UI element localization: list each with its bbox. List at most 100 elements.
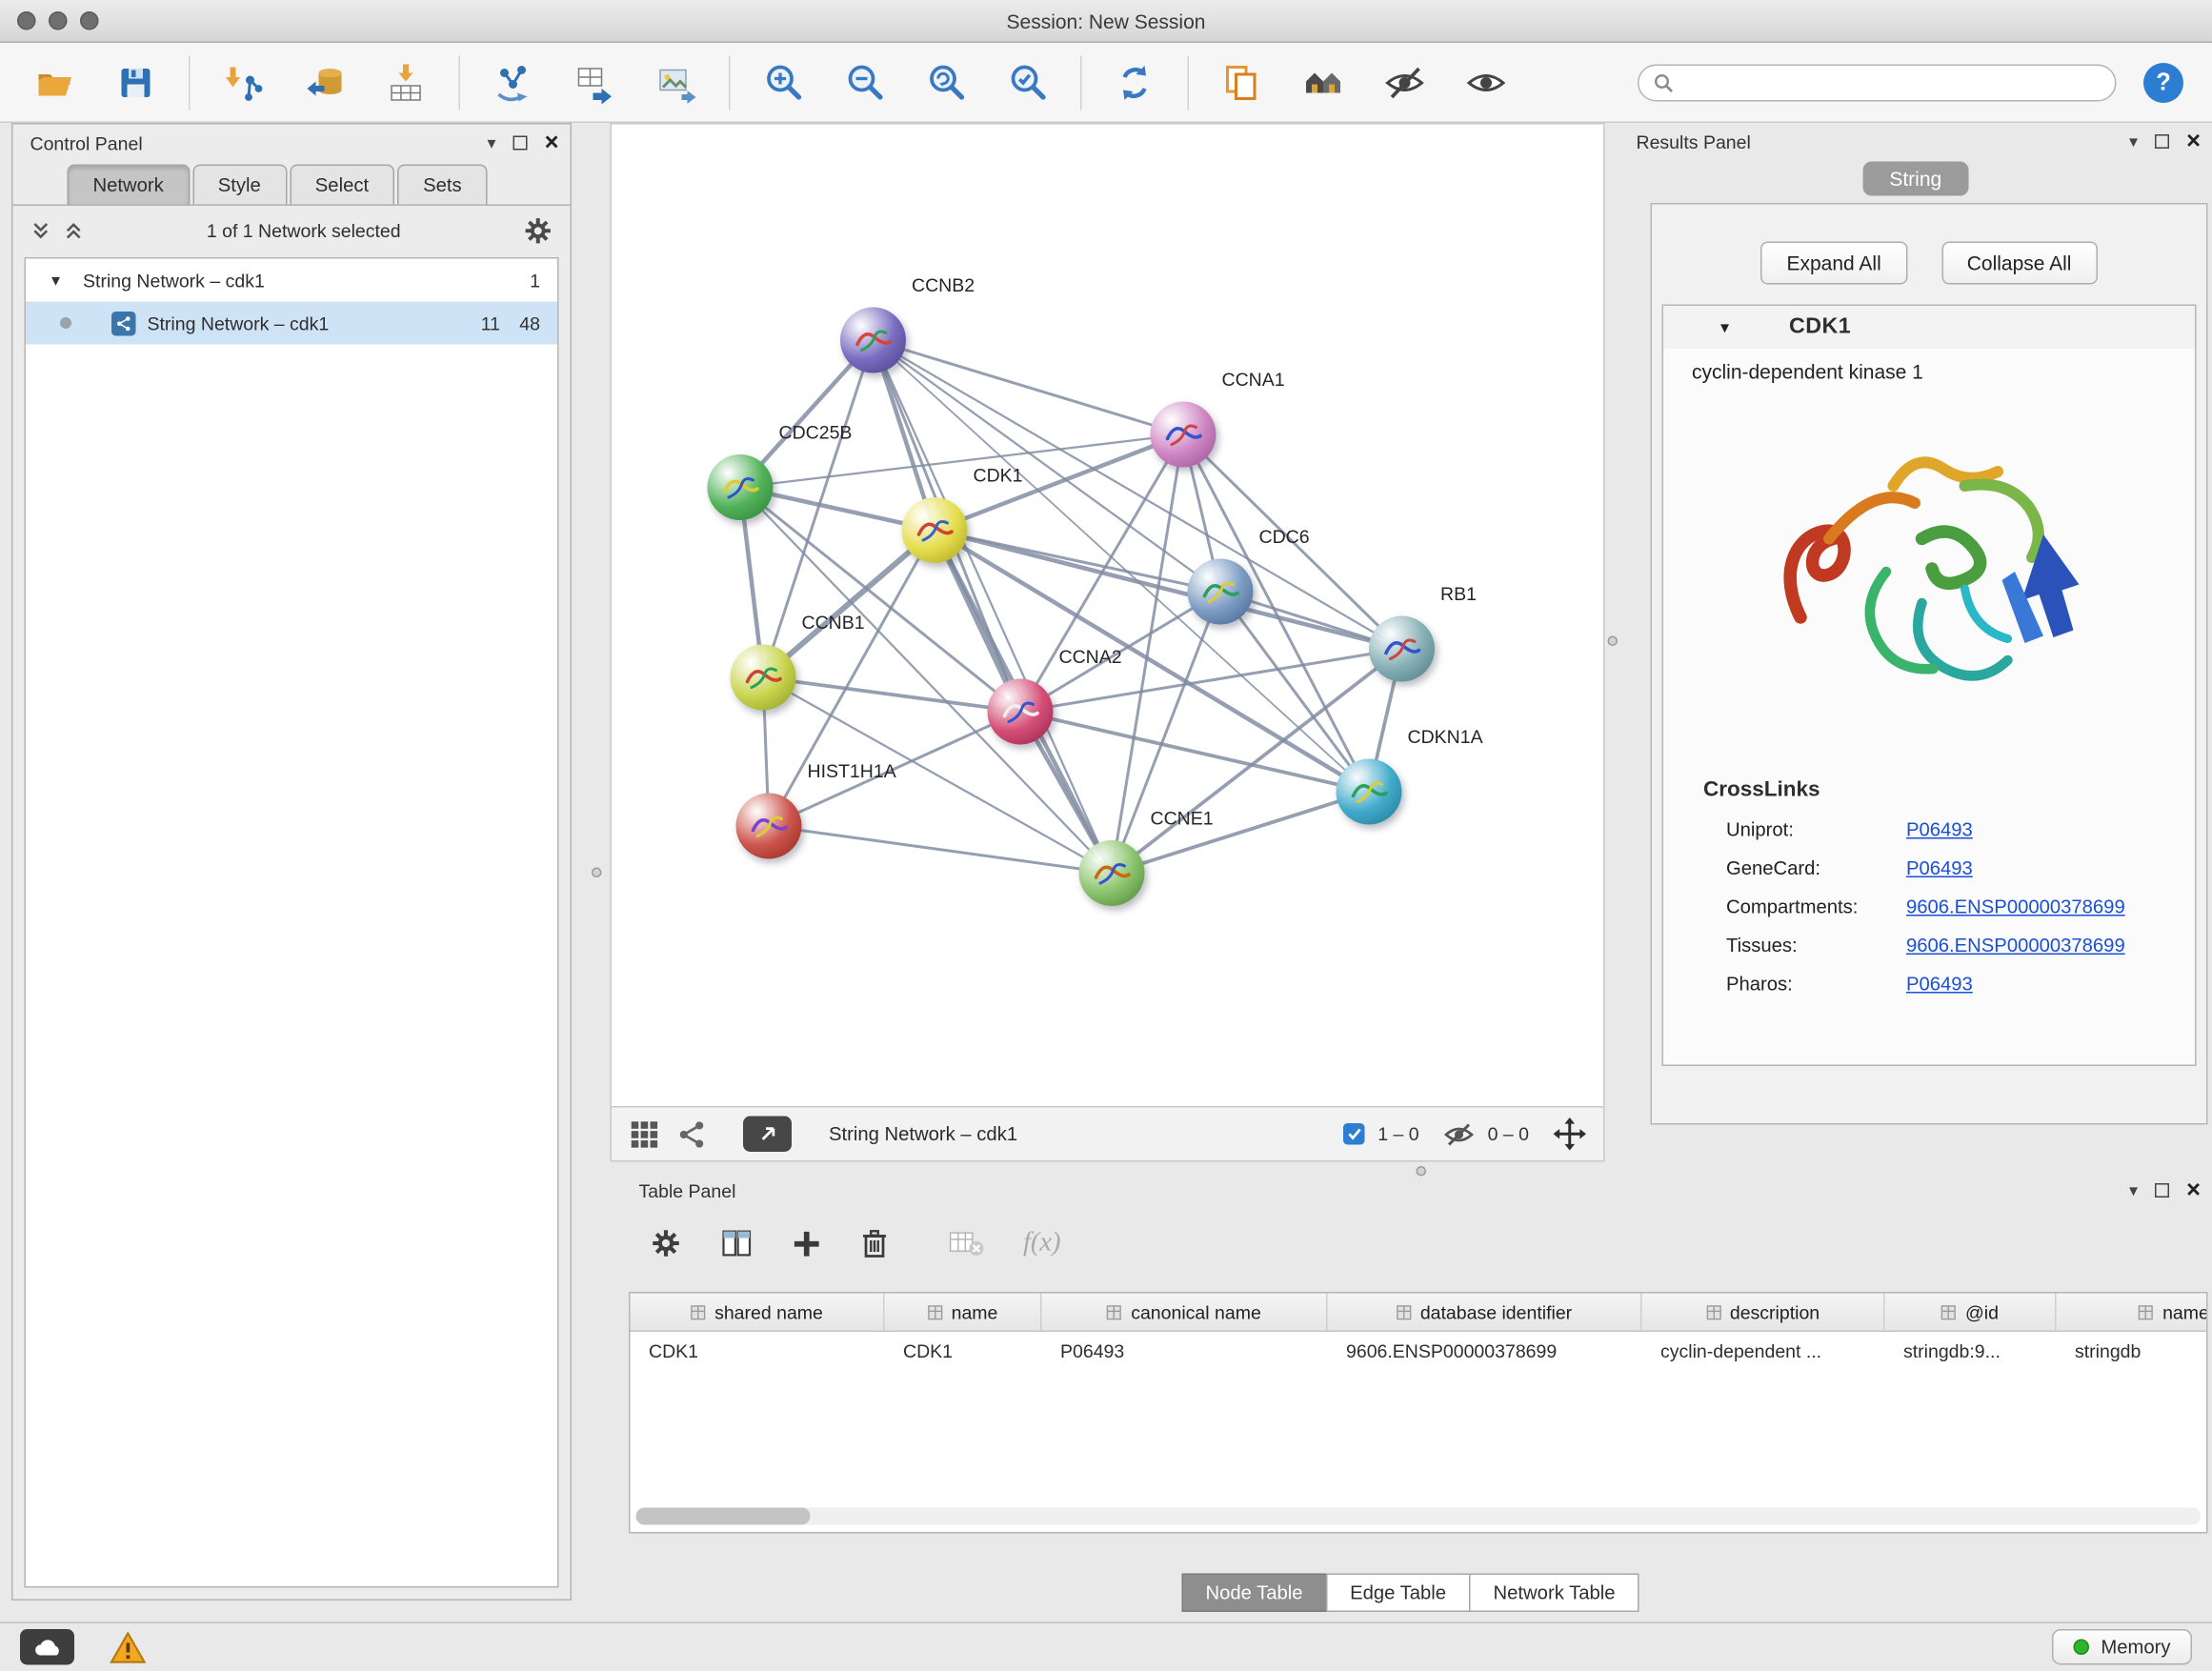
crosslink-link[interactable]: P06493 <box>1906 974 1973 996</box>
network-edge-cdkn1a-ccne1[interactable] <box>1112 792 1369 874</box>
new-network-button[interactable] <box>476 50 551 113</box>
import-table-button[interactable] <box>369 50 443 113</box>
horizontal-scrollbar[interactable] <box>636 1508 2202 1525</box>
network-collection-row[interactable]: ▾ String Network – cdk1 1 <box>26 259 557 302</box>
network-edge-ccnb2-ccne1[interactable] <box>874 340 1113 874</box>
scrollbar-thumb[interactable] <box>636 1508 811 1525</box>
close-panel-icon[interactable]: × <box>2186 134 2201 149</box>
pan-crosshair-icon[interactable] <box>1554 1117 1587 1151</box>
close-window-button[interactable] <box>17 11 36 30</box>
network-node-ccnb1[interactable] <box>731 645 796 711</box>
tab-sets[interactable]: Sets <box>397 165 488 205</box>
save-session-button[interactable] <box>99 50 173 113</box>
column-header[interactable]: namespace <box>2057 1294 2208 1331</box>
cloud-button[interactable] <box>20 1629 74 1665</box>
warning-icon[interactable] <box>109 1630 148 1664</box>
float-panel-icon[interactable] <box>2155 134 2169 149</box>
collapse-arrow-icon[interactable]: ▾ <box>51 271 60 291</box>
export-image-button[interactable] <box>639 50 714 113</box>
network-node-hist1h1a[interactable] <box>736 794 802 859</box>
duplicate-document-button[interactable] <box>1205 50 1279 113</box>
delete-column-icon[interactable] <box>860 1228 889 1259</box>
collapse-all-button[interactable]: Collapse All <box>1941 242 2098 285</box>
crosslink-link[interactable]: P06493 <box>1906 857 1973 879</box>
gear-icon[interactable] <box>523 215 553 246</box>
network-node-ccnb2[interactable] <box>840 308 906 373</box>
network-row-selected[interactable]: String Network – cdk1 11 48 <box>26 302 557 345</box>
refresh-layout-button[interactable] <box>1097 50 1172 113</box>
network-from-table-button[interactable] <box>557 50 632 113</box>
birds-eye-view-button[interactable] <box>743 1117 792 1153</box>
string-results-tab[interactable]: String <box>1862 162 1969 196</box>
bottom-splitter-handle[interactable] <box>1417 1166 1427 1177</box>
right-splitter-handle[interactable] <box>1608 636 1619 647</box>
tab-network-table[interactable]: Network Table <box>1469 1574 1639 1613</box>
collapse-arrow-icon[interactable]: ▾ <box>1720 317 1729 337</box>
network-node-cdkn1a[interactable] <box>1337 759 1402 825</box>
zoom-in-button[interactable] <box>746 50 820 113</box>
close-panel-icon[interactable]: × <box>2186 1183 2201 1198</box>
network-node-rb1[interactable] <box>1369 616 1435 682</box>
minimize-window-button[interactable] <box>49 11 68 30</box>
network-edge-ccnb2-rb1[interactable] <box>874 340 1402 649</box>
network-view[interactable]: CCNB2CCNA1CDC25BCDK1CDC6RB1CCNB1CCNA2CDK… <box>611 123 1605 1108</box>
network-node-cdc25b[interactable] <box>708 454 774 520</box>
network-share-view-icon[interactable] <box>677 1119 706 1148</box>
tab-network[interactable]: Network <box>68 165 190 205</box>
table-row[interactable]: CDK1 CDK1 P06493 9606.ENSP00000378699 cy… <box>631 1332 2207 1371</box>
crosslink-link[interactable]: 9606.ENSP00000378699 <box>1906 935 2125 956</box>
import-database-button[interactable] <box>288 50 362 113</box>
network-node-ccna2[interactable] <box>988 679 1054 745</box>
network-node-cdk1[interactable] <box>902 497 968 563</box>
selected-checkbox-icon[interactable] <box>1343 1123 1365 1145</box>
panel-menu-icon[interactable]: ▾ <box>488 133 496 153</box>
zoom-out-button[interactable] <box>828 50 902 113</box>
import-network-button[interactable] <box>206 50 280 113</box>
show-columns-icon[interactable] <box>720 1228 754 1259</box>
zoom-selected-button[interactable] <box>991 50 1065 113</box>
panel-menu-icon[interactable]: ▾ <box>2129 131 2138 151</box>
network-edge-ccna1-ccna2[interactable] <box>1020 434 1183 712</box>
network-edge-ccnb2-ccna1[interactable] <box>874 340 1184 434</box>
float-panel-icon[interactable] <box>2155 1183 2169 1198</box>
network-node-ccne1[interactable] <box>1079 840 1145 906</box>
hide-panels-button[interactable] <box>1368 50 1442 113</box>
network-node-ccna1[interactable] <box>1151 402 1217 468</box>
panel-menu-icon[interactable]: ▾ <box>2129 1180 2138 1200</box>
help-button[interactable]: ? <box>2143 62 2183 102</box>
chevrons-down-icon[interactable] <box>30 219 52 241</box>
network-edge-ccnb2-cdkn1a[interactable] <box>874 340 1370 792</box>
crosslink-link[interactable]: 9606.ENSP00000378699 <box>1906 896 2125 918</box>
table-settings-gear-icon[interactable] <box>651 1228 682 1259</box>
column-header[interactable]: @id <box>1885 1294 2057 1331</box>
network-edge-hist1h1a-ccne1[interactable] <box>769 826 1112 874</box>
chevrons-up-icon[interactable] <box>63 219 85 241</box>
column-header[interactable]: canonical name <box>1042 1294 1328 1331</box>
open-session-button[interactable] <box>17 50 91 113</box>
column-header[interactable]: name <box>885 1294 1042 1331</box>
tab-edge-table[interactable]: Edge Table <box>1326 1574 1471 1613</box>
home-button[interactable] <box>1286 50 1360 113</box>
zoom-fit-button[interactable] <box>909 50 983 113</box>
protein-section-header[interactable]: ▾ CDK1 <box>1663 306 2195 349</box>
expand-all-button[interactable]: Expand All <box>1760 242 1906 285</box>
network-node-cdc6[interactable] <box>1188 559 1254 625</box>
column-header[interactable]: description <box>1642 1294 1885 1331</box>
hidden-eye-slash-icon[interactable] <box>1443 1121 1475 1147</box>
tab-style[interactable]: Style <box>192 165 287 205</box>
network-edge-cdk1-rb1[interactable] <box>935 531 1402 650</box>
tab-select[interactable]: Select <box>290 165 394 205</box>
search-input[interactable] <box>1683 71 2101 93</box>
add-column-icon[interactable] <box>792 1228 822 1258</box>
float-panel-icon[interactable] <box>513 136 528 151</box>
zoom-window-button[interactable] <box>80 11 99 30</box>
column-header[interactable]: database identifier <box>1328 1294 1642 1331</box>
memory-button[interactable]: Memory <box>2052 1629 2192 1665</box>
crosslink-link[interactable]: P06493 <box>1906 819 1973 841</box>
close-panel-icon[interactable]: × <box>545 136 559 151</box>
show-panels-button[interactable] <box>1449 50 1523 113</box>
column-header[interactable]: shared name <box>631 1294 885 1331</box>
left-splitter-handle[interactable] <box>592 868 602 878</box>
tab-node-table[interactable]: Node Table <box>1181 1574 1327 1613</box>
grid-view-icon[interactable] <box>629 1118 660 1150</box>
